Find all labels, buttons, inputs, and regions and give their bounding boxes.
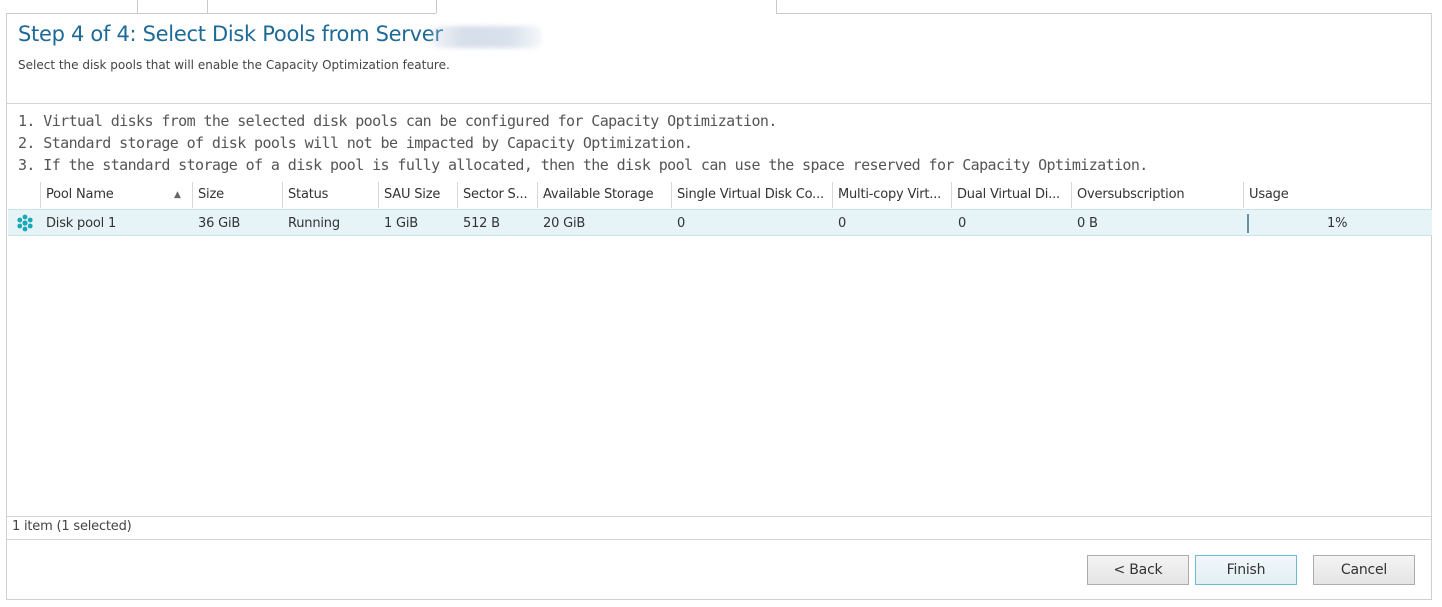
column-header-usage[interactable]: Usage: [1243, 182, 1432, 208]
back-button[interactable]: < Back: [1087, 555, 1189, 585]
cell-single-virtual-disk: 0: [677, 216, 686, 231]
column-header-label: Size: [198, 187, 224, 202]
disk-pool-grid-header: Pool Name ▲ Size Status SAU Size Sector …: [8, 182, 1432, 208]
footer-separator: [7, 539, 1432, 540]
cell-usage: 1%: [1327, 216, 1348, 231]
tab-divider: [137, 0, 138, 13]
cell-available-storage: 20 GiB: [543, 216, 586, 231]
column-header-label: Pool Name: [46, 187, 114, 202]
tab-divider: [207, 0, 208, 13]
column-header-sau-size[interactable]: SAU Size: [378, 182, 457, 208]
column-header-label: Single Virtual Disk Co...: [677, 187, 824, 202]
sort-ascending-icon: ▲: [174, 190, 181, 200]
redacted-server-name: [430, 26, 542, 48]
cell-oversubscription: 0 B: [1077, 216, 1098, 231]
column-header-label: Dual Virtual Di...: [957, 187, 1060, 202]
cell-multi-copy-virtual: 0: [838, 216, 847, 231]
column-header-label: Oversubscription: [1077, 187, 1185, 202]
column-header-pool-name[interactable]: Pool Name: [40, 182, 192, 208]
table-row[interactable]: Disk pool 1 36 GiB Running 1 GiB 512 B 2…: [8, 209, 1432, 236]
usage-bar: [1247, 214, 1249, 233]
column-header-size[interactable]: Size: [192, 182, 282, 208]
wizard-title: Step 4 of 4: Select Disk Pools from Serv…: [18, 22, 443, 46]
column-header-sector-size[interactable]: Sector S...: [457, 182, 537, 208]
column-header-label: Usage: [1249, 187, 1289, 202]
column-header-multi-copy-virtual[interactable]: Multi-copy Virt...: [832, 182, 951, 208]
column-header-oversubscription[interactable]: Oversubscription: [1071, 182, 1243, 208]
cell-dual-virtual-disk: 0: [958, 216, 967, 231]
note-3: 3. If the standard storage of a disk poo…: [18, 156, 1148, 174]
column-header-single-virtual-disk[interactable]: Single Virtual Disk Co...: [671, 182, 832, 208]
grid-status-text: 1 item (1 selected): [12, 519, 132, 534]
header-separator: [7, 103, 1432, 104]
wizard-panel: [6, 13, 1432, 600]
column-header-label: Status: [288, 187, 329, 202]
cell-sau-size: 1 GiB: [384, 216, 419, 231]
column-header-available-storage[interactable]: Available Storage: [537, 182, 671, 208]
note-2: 2. Standard storage of disk pools will n…: [18, 134, 693, 152]
column-header-label: Available Storage: [543, 187, 654, 202]
column-header-status[interactable]: Status: [282, 182, 378, 208]
column-header-label: SAU Size: [384, 187, 441, 202]
cell-status: Running: [288, 216, 340, 231]
cell-size: 36 GiB: [198, 216, 241, 231]
column-header-label: Multi-copy Virt...: [838, 187, 942, 202]
note-1: 1. Virtual disks from the selected disk …: [18, 112, 777, 130]
finish-button[interactable]: Finish: [1195, 555, 1297, 585]
column-header-label: Sector S...: [463, 187, 528, 202]
cell-sector-size: 512 B: [463, 216, 500, 231]
cell-pool-name: Disk pool 1: [46, 216, 117, 231]
wizard-subtitle: Select the disk pools that will enable t…: [18, 58, 450, 72]
cancel-button[interactable]: Cancel: [1313, 555, 1415, 585]
status-separator: [7, 516, 1432, 517]
tab-divider: [436, 0, 437, 13]
tab-divider: [776, 0, 777, 13]
disk-pool-icon: [17, 214, 33, 232]
column-header-dual-virtual-disk[interactable]: Dual Virtual Di...: [951, 182, 1071, 208]
